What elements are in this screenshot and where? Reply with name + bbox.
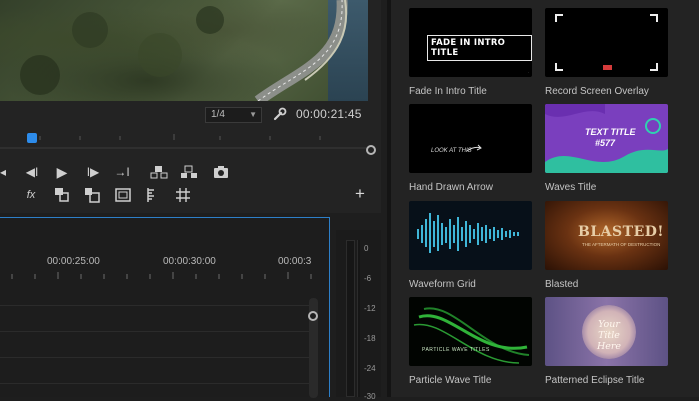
monitor-mini-ruler[interactable] (0, 128, 381, 155)
audio-meter-bar-right (357, 240, 360, 397)
video-road-image (20, 0, 348, 101)
track-divider (0, 305, 310, 306)
extract-icon[interactable] (180, 163, 198, 181)
timeline-time-ruler[interactable]: 00:00:25:00 00:00:30:00 00:00:3 (0, 218, 329, 292)
meter-scale-label: -24 (364, 364, 376, 373)
add-button-icon[interactable]: + (352, 185, 368, 202)
safe-margins-icon[interactable] (114, 186, 132, 204)
playback-resolution-value: 1/4 (211, 109, 225, 120)
timeline-panel[interactable]: 00:00:25:00 00:00:30:00 00:00:3 (0, 217, 330, 398)
template-card-waves-title[interactable]: TEXT TITLE #577 Waves Title (545, 104, 668, 193)
template-thumbnail[interactable]: TEXT TITLE #577 (545, 104, 668, 173)
meter-scale-label: 0 (364, 244, 369, 253)
playback-resolution-select[interactable]: 1/4 ▼ (205, 107, 262, 123)
template-card-hand-drawn-arrow[interactable]: LOOK AT THIS Hand Drawn Arrow (409, 104, 532, 193)
template-label: Fade In Intro Title (409, 86, 487, 97)
template-label: Hand Drawn Arrow (409, 182, 493, 193)
monitor-tools-row: fx (0, 184, 381, 206)
fx-icon[interactable]: fx (22, 186, 40, 204)
template-thumbnail[interactable]: BLASTED! THE AFTERMATH OF DESTRUCTION (545, 201, 668, 270)
go-to-out-icon[interactable]: →I (113, 163, 131, 181)
record-indicator-icon (603, 65, 612, 70)
template-label: Particle Wave Title (409, 375, 492, 386)
template-label: Patterned Eclipse Title (545, 375, 645, 386)
meter-scale-label: -18 (364, 334, 376, 343)
thumb-subtitle-text: #577 (595, 138, 616, 148)
template-card-fade-in-intro-title[interactable]: FADE IN INTRO TITLE · Fade In Intro Titl… (409, 8, 532, 97)
playhead-timecode[interactable]: 00:00:21:45 (296, 107, 362, 121)
track-divider (0, 357, 310, 358)
template-card-record-screen-overlay[interactable]: Record Screen Overlay (545, 8, 668, 97)
thumb-title-text: FADE IN INTRO TITLE (427, 35, 532, 61)
mark-out-icon[interactable]: ◂ (0, 163, 12, 181)
timeline-scroll-handle[interactable] (308, 311, 318, 321)
template-card-patterned-eclipse-title[interactable]: Your Title Here Patterned Eclipse Title (545, 297, 668, 386)
particle-wave-graphic-icon (413, 307, 530, 364)
multicam-icon[interactable] (53, 186, 71, 204)
thumb-title-text: TEXT TITLE (585, 127, 636, 137)
template-thumbnail[interactable] (409, 201, 532, 270)
chevron-down-icon: ▼ (249, 110, 257, 119)
program-monitor-video[interactable] (0, 0, 368, 101)
zoom-scroll-handle[interactable] (366, 145, 376, 155)
waveform-bars-icon (417, 213, 519, 253)
audio-meter-bar-left (346, 240, 355, 397)
hand-drawn-arrow-icon (466, 144, 482, 152)
camera-icon[interactable] (212, 163, 230, 181)
template-thumbnail[interactable]: FADE IN INTRO TITLE · (409, 8, 532, 77)
step-forward-icon[interactable]: I▶ (84, 163, 102, 181)
program-monitor: 1/4 ▼ 00:00:21:45 ◂ ◀I ▶ I▶ →I fx + (0, 0, 381, 213)
template-card-particle-wave-title[interactable]: PARTICLE WAVE TITLES Particle Wave Title (409, 297, 532, 386)
template-card-waveform-grid[interactable]: Waveform Grid (409, 201, 532, 290)
template-label: Waveform Grid (409, 279, 476, 290)
thumb-watermark: · (527, 71, 529, 75)
lift-icon[interactable] (150, 163, 168, 181)
thumb-title-text: Your Title Here (596, 319, 622, 352)
thumb-title-text: BLASTED! (578, 224, 665, 240)
track-divider (0, 331, 310, 332)
template-library-panel: FADE IN INTRO TITLE · Fade In Intro Titl… (391, 0, 699, 397)
template-thumbnail[interactable]: LOOK AT THIS (409, 104, 532, 173)
grid-icon[interactable] (174, 186, 192, 204)
frame-corner-icon (555, 63, 563, 71)
template-card-blasted[interactable]: BLASTED! THE AFTERMATH OF DESTRUCTION Bl… (545, 201, 668, 290)
timeline-ruler-ticks (11, 272, 312, 279)
mini-ruler-ticks (0, 134, 368, 149)
frame-corner-icon (650, 14, 658, 22)
thumb-subtitle-text: THE AFTERMATH OF DESTRUCTION (582, 242, 661, 247)
comparison-view-icon[interactable] (83, 186, 101, 204)
template-thumbnail[interactable]: PARTICLE WAVE TITLES (409, 297, 532, 366)
template-thumbnail[interactable]: Your Title Here (545, 297, 668, 366)
frame-corner-icon (555, 14, 563, 22)
wrench-icon[interactable] (273, 107, 287, 121)
track-divider (0, 383, 310, 384)
template-thumbnail[interactable] (545, 8, 668, 77)
playhead-marker[interactable] (27, 133, 37, 143)
play-icon[interactable]: ▶ (53, 163, 71, 181)
template-label: Waves Title (545, 182, 597, 193)
meter-scale-label: -6 (364, 274, 372, 283)
thumb-title-text: PARTICLE WAVE TITLES (422, 347, 490, 353)
template-label: Blasted (545, 279, 579, 290)
step-back-icon[interactable]: ◀I (23, 163, 41, 181)
template-label: Record Screen Overlay (545, 86, 649, 97)
transport-controls: ◂ ◀I ▶ I▶ →I (0, 160, 381, 184)
ruler-icon[interactable] (144, 186, 162, 204)
frame-corner-icon (650, 63, 658, 71)
meter-scale-label: -12 (364, 304, 376, 313)
audio-meter: 0 -6 -12 -18 -24 -30 (336, 230, 381, 401)
monitor-info-row: 1/4 ▼ 00:00:21:45 (0, 104, 381, 126)
